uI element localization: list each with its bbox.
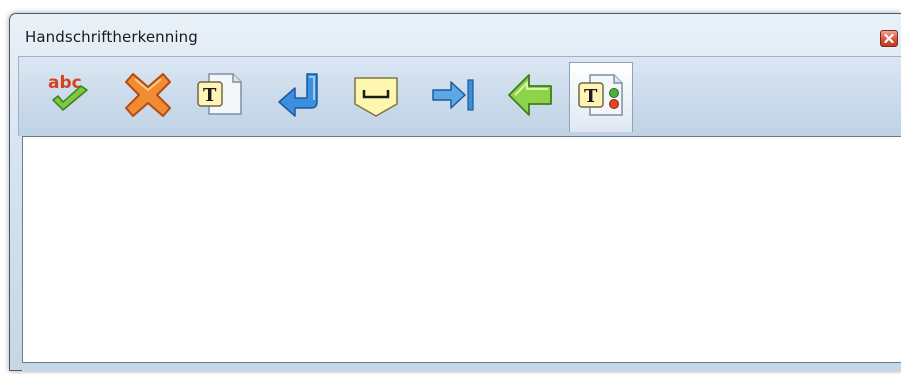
title-bar[interactable]: Handschriftherkenning	[10, 14, 901, 52]
handwriting-window: Handschriftherkenning abc T T	[9, 13, 901, 372]
writing-area[interactable]	[22, 136, 901, 363]
tab-icon	[432, 79, 474, 111]
delete-icon	[125, 73, 171, 117]
backspace-icon	[508, 74, 552, 116]
close-icon	[884, 33, 894, 44]
toolbar: abc T T	[18, 56, 901, 136]
svg-text:T: T	[584, 86, 598, 107]
insert-text-button[interactable]: T	[189, 62, 253, 132]
window-title: Handschriftherkenning	[25, 28, 198, 46]
window-bottom-border	[22, 363, 901, 372]
backspace-button[interactable]	[499, 62, 563, 132]
tab-button[interactable]	[423, 62, 487, 132]
delete-button[interactable]	[117, 62, 181, 132]
text-options-button[interactable]: T	[569, 62, 633, 132]
insert-text-icon: T	[197, 73, 242, 115]
space-icon	[354, 77, 398, 117]
space-button[interactable]	[345, 62, 409, 132]
enter-button[interactable]	[269, 62, 333, 132]
text-options-icon: T	[578, 74, 623, 116]
close-button[interactable]	[880, 30, 898, 47]
spellcheck-button[interactable]: abc	[39, 62, 103, 132]
svg-text:T: T	[203, 85, 217, 106]
enter-icon	[278, 73, 318, 117]
spellcheck-icon: abc	[48, 73, 88, 111]
